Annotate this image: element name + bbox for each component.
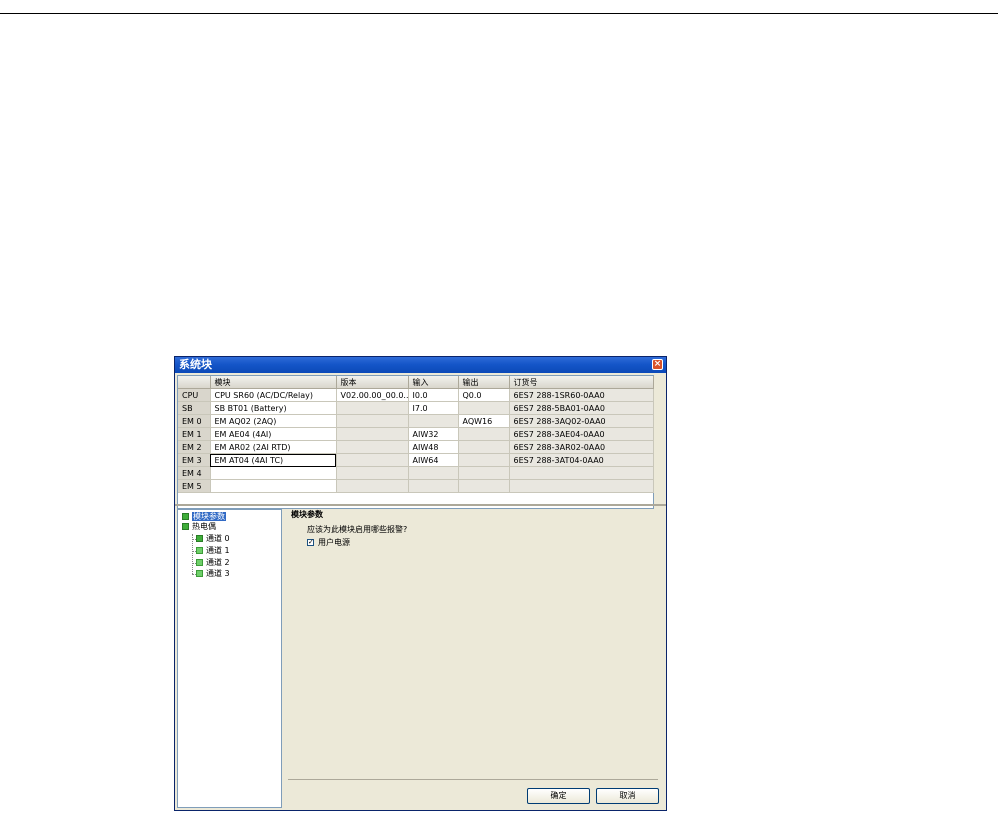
window-title: 系统块 [179, 358, 212, 371]
table-row[interactable]: SB SB BT01 (Battery) I7.0 6ES7 288-5BA01… [178, 401, 654, 415]
version-cell [336, 427, 409, 441]
module-cell[interactable]: EM AE04 (4AI) [210, 427, 337, 441]
version-cell [336, 440, 409, 454]
input-cell[interactable]: I7.0 [408, 401, 459, 415]
tree-connector [192, 534, 193, 574]
order-cell: 6ES7 288-5BA01-0AA0 [509, 401, 654, 415]
table-row[interactable]: EM 5 [178, 479, 654, 493]
order-cell: 6ES7 288-3AQ02-0AA0 [509, 414, 654, 428]
module-cell[interactable]: SB BT01 (Battery) [210, 401, 337, 415]
module-cell[interactable] [210, 479, 337, 493]
version-cell [336, 401, 409, 415]
input-cell[interactable]: AIW64 [408, 453, 459, 467]
column-header-order-number[interactable]: 订货号 [509, 376, 654, 389]
module-cell[interactable]: EM AR02 (2AI RTD) [210, 440, 337, 454]
checkmark-icon [196, 535, 203, 542]
slot-cell: EM 5 [178, 479, 211, 493]
version-cell [336, 466, 409, 480]
output-cell [458, 440, 510, 454]
column-header-slot [178, 376, 211, 389]
column-header-module[interactable]: 模块 [210, 376, 337, 389]
input-cell [408, 466, 459, 480]
order-cell: 6ES7 288-3AT04-0AA0 [509, 453, 654, 467]
order-cell: 6ES7 288-3AR02-0AA0 [509, 440, 654, 454]
input-cell [408, 414, 459, 428]
version-cell[interactable]: V02.00.00_00.0... [336, 388, 409, 402]
tree-item-module-params[interactable]: 模块参数 [182, 512, 226, 522]
version-cell [336, 414, 409, 428]
tree-item-label: 模块参数 [192, 512, 226, 521]
table-row[interactable]: EM 2 EM AR02 (2AI RTD) AIW48 6ES7 288-3A… [178, 440, 654, 454]
tree-item-thermocouple[interactable]: 热电偶 [182, 522, 216, 532]
pane-splitter[interactable] [175, 504, 666, 506]
cancel-button[interactable]: 取消 [596, 788, 659, 804]
slot-cell: EM 1 [178, 427, 211, 441]
column-header-version[interactable]: 版本 [336, 376, 409, 389]
tree-item-label: 通道 2 [206, 558, 230, 567]
output-cell [458, 453, 510, 467]
checkmark-icon [182, 513, 189, 520]
module-cell[interactable]: CPU SR60 (AC/DC/Relay) [210, 388, 337, 402]
version-cell [336, 453, 409, 467]
alarm-question: 应该为此模块启用哪些报警? [307, 525, 408, 534]
table-row[interactable]: EM 3 EM AT04 (4AI TC) AIW64 6ES7 288-3AT… [178, 453, 654, 467]
parameter-tree: 模块参数 热电偶 通道 0 通道 1 通道 2 通道 3 [177, 509, 282, 808]
page-top-rule [0, 13, 998, 14]
tree-item-label: 通道 0 [206, 534, 230, 543]
system-block-dialog: 系统块 × 模块 版本 输入 输出 订货号 CPU CPU SR60 (AC/D… [174, 356, 667, 811]
tree-item-label: 通道 1 [206, 546, 230, 555]
table-row[interactable]: CPU CPU SR60 (AC/DC/Relay) V02.00.00_00.… [178, 388, 654, 402]
order-cell: 6ES7 288-3AE04-0AA0 [509, 427, 654, 441]
user-power-checkbox[interactable]: ✓ [307, 539, 314, 546]
output-cell [458, 479, 510, 493]
slot-cell: EM 3 [178, 453, 211, 467]
input-cell[interactable]: I0.0 [408, 388, 459, 402]
title-bar[interactable]: 系统块 × [175, 357, 666, 373]
output-cell[interactable]: AQW16 [458, 414, 510, 428]
slot-cell: EM 0 [178, 414, 211, 428]
user-power-option[interactable]: ✓ 用户电源 [307, 537, 350, 548]
module-cell-selected[interactable]: EM AT04 (4AI TC) [210, 453, 337, 467]
table-header-row: 模块 版本 输入 输出 订货号 [178, 376, 654, 389]
module-cell[interactable]: EM AQ02 (2AQ) [210, 414, 337, 428]
order-cell: 6ES7 288-1SR60-0AA0 [509, 388, 654, 402]
order-cell [509, 479, 654, 493]
checkmark-icon [182, 523, 189, 530]
column-header-output[interactable]: 输出 [458, 376, 510, 389]
output-cell[interactable]: Q0.0 [458, 388, 510, 402]
checkmark-icon [196, 547, 203, 554]
tree-item-label: 通道 3 [206, 569, 230, 578]
tree-item-channel-1[interactable]: 通道 1 [196, 546, 230, 556]
output-cell [458, 401, 510, 415]
slot-cell: EM 2 [178, 440, 211, 454]
slot-cell: EM 4 [178, 466, 211, 480]
tree-item-label: 热电偶 [192, 522, 216, 531]
footer-divider [288, 779, 658, 780]
output-cell [458, 466, 510, 480]
input-cell[interactable]: AIW32 [408, 427, 459, 441]
table-row[interactable]: EM 4 [178, 466, 654, 480]
output-cell [458, 427, 510, 441]
table-row[interactable]: EM 1 EM AE04 (4AI) AIW32 6ES7 288-3AE04-… [178, 427, 654, 441]
module-config-table: 模块 版本 输入 输出 订货号 CPU CPU SR60 (AC/DC/Rela… [177, 375, 654, 509]
checkmark-icon [196, 559, 203, 566]
tree-item-channel-0[interactable]: 通道 0 [196, 534, 230, 544]
input-cell[interactable]: AIW48 [408, 440, 459, 454]
slot-cell: CPU [178, 388, 211, 402]
slot-cell: SB [178, 401, 211, 415]
table-row[interactable]: EM 0 EM AQ02 (2AQ) AQW16 6ES7 288-3AQ02-… [178, 414, 654, 428]
close-icon[interactable]: × [652, 359, 663, 370]
module-cell[interactable] [210, 466, 337, 480]
ok-button[interactable]: 确定 [527, 788, 590, 804]
panel-title: 模块参数 [291, 510, 323, 519]
order-cell [509, 466, 654, 480]
checkmark-icon [196, 570, 203, 577]
parameter-panel: 模块参数 应该为此模块启用哪些报警? ✓ 用户电源 [288, 509, 663, 779]
column-header-input[interactable]: 输入 [408, 376, 459, 389]
tree-item-channel-3[interactable]: 通道 3 [196, 569, 230, 579]
tree-item-channel-2[interactable]: 通道 2 [196, 558, 230, 568]
user-power-label: 用户电源 [318, 538, 350, 547]
input-cell [408, 479, 459, 493]
version-cell [336, 479, 409, 493]
